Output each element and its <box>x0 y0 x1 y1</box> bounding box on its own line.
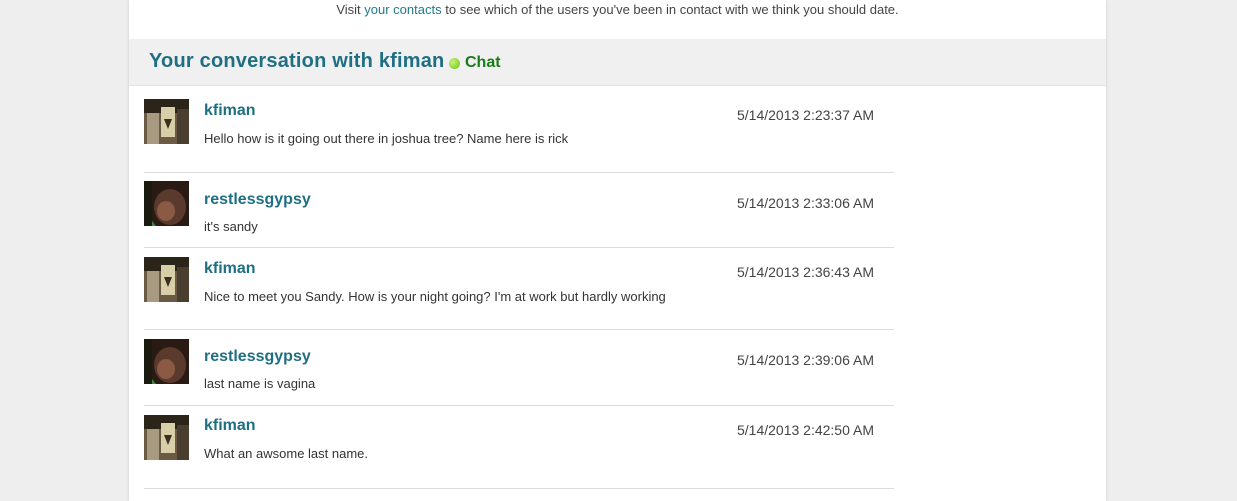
message-item: restlessgypsy 5/14/2013 2:33:06 AM it's … <box>144 173 894 248</box>
message-timestamp: 5/14/2013 2:39:06 AM <box>737 352 874 368</box>
avatar[interactable] <box>144 339 189 384</box>
avatar[interactable] <box>144 257 189 302</box>
message-timestamp: 5/14/2013 2:33:06 AM <box>737 195 874 211</box>
message-author[interactable]: restlessgypsy <box>204 191 311 209</box>
message-text: Hello how is it going out there in joshu… <box>204 131 569 146</box>
message-author[interactable]: kfiman <box>204 417 256 435</box>
message-timestamp: 5/14/2013 2:23:37 AM <box>737 107 874 123</box>
conversation-title: Your conversation with kfiman <box>149 50 445 72</box>
message-item: kfiman 5/14/2013 2:23:37 AM Hello how is… <box>144 86 894 173</box>
contacts-hint-suffix: to see which of the users you've been in… <box>445 2 899 17</box>
avatar[interactable] <box>144 99 189 144</box>
message-author[interactable]: kfiman <box>204 260 256 278</box>
avatar[interactable] <box>144 181 189 226</box>
main-panel: Visit your contacts to see which of the … <box>129 0 1106 501</box>
avatar[interactable] <box>144 415 189 460</box>
contacts-hint: Visit your contacts to see which of the … <box>129 2 1106 17</box>
chat-button[interactable]: Chat <box>449 54 501 72</box>
message-item: kfiman 5/14/2013 2:36:43 AM Nice to meet… <box>144 248 894 330</box>
message-text: it's sandy <box>204 219 258 234</box>
message-text: last name is vagina <box>204 376 316 391</box>
message-timestamp: 5/14/2013 2:42:50 AM <box>737 422 874 438</box>
chat-label: Chat <box>465 54 501 71</box>
message-item: kfiman 5/14/2013 2:42:50 AM What an awso… <box>144 406 894 489</box>
message-text: Nice to meet you Sandy. How is your nigh… <box>204 289 666 304</box>
message-list: kfiman 5/14/2013 2:23:37 AM Hello how is… <box>144 86 894 489</box>
message-item: restlessgypsy 5/14/2013 2:39:06 AM last … <box>144 330 894 406</box>
message-author[interactable]: kfiman <box>204 102 256 120</box>
contacts-hint-prefix: Visit <box>336 2 361 17</box>
message-author[interactable]: restlessgypsy <box>204 348 311 366</box>
conversation-header: Your conversation with kfiman Chat <box>129 39 1106 86</box>
message-timestamp: 5/14/2013 2:36:43 AM <box>737 264 874 280</box>
online-status-icon <box>449 57 460 69</box>
your-contacts-link[interactable]: your contacts <box>364 2 441 17</box>
message-text: What an awsome last name. <box>204 446 369 461</box>
